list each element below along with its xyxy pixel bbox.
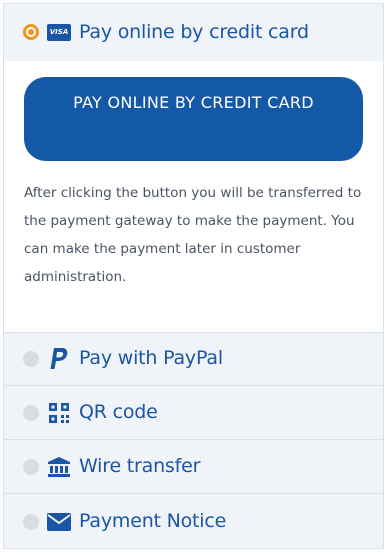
payment-option-credit-card[interactable]: VISA Pay online by credit card: [4, 4, 383, 61]
radio-unselected[interactable]: [23, 405, 39, 421]
visa-card-icon: VISA: [47, 20, 71, 44]
payment-option-qr-code[interactable]: QR code: [4, 385, 383, 439]
radio-unselected[interactable]: [23, 514, 39, 530]
payment-option-label: QR code: [79, 401, 158, 423]
payment-description: After clicking the button you will be tr…: [24, 185, 362, 285]
qr-code-icon: [47, 401, 71, 425]
visa-badge-text: VISA: [47, 23, 71, 41]
pay-online-button-label: PAY ONLINE BY CREDIT CARD: [73, 93, 314, 112]
payment-methods-panel: VISA Pay online by credit card PAY ONLIN…: [3, 3, 384, 549]
payment-option-label: Payment Notice: [79, 510, 227, 532]
radio-unselected[interactable]: [23, 459, 39, 475]
payment-option-wire-transfer[interactable]: Wire transfer: [4, 439, 383, 493]
envelope-icon: [47, 510, 71, 534]
bank-icon: [47, 455, 71, 479]
radio-selected[interactable]: [23, 24, 39, 40]
radio-unselected[interactable]: [23, 351, 39, 367]
pay-online-button[interactable]: PAY ONLINE BY CREDIT CARD: [24, 77, 363, 161]
payment-option-label: Wire transfer: [79, 455, 201, 477]
payment-option-label: Pay with PayPal: [79, 347, 223, 369]
payment-option-paypal[interactable]: Pay with PayPal: [4, 332, 383, 385]
payment-option-label: Pay online by credit card: [79, 21, 309, 43]
paypal-icon: [47, 347, 71, 371]
payment-option-payment-notice[interactable]: Payment Notice: [4, 493, 383, 548]
